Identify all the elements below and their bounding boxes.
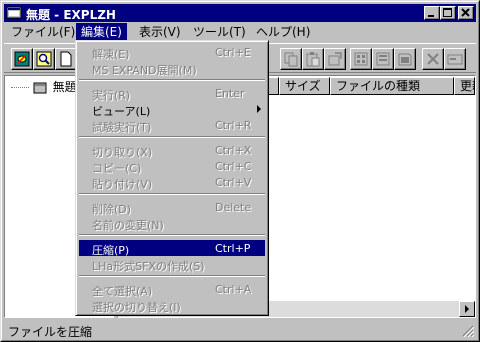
minimize-icon [428,15,434,17]
new-document-icon [60,51,72,67]
menu-separator [79,136,265,138]
extract-icon [328,52,342,66]
status-text: ファイルを圧縮 [8,325,93,339]
menu-item-select-all[interactable]: 全て選択(A) Ctrl+A [79,281,265,298]
menu-item-extract[interactable]: 解凍(E) Ctrl+E [79,44,265,61]
resize-grip-icon[interactable] [462,325,474,337]
delete-button [422,48,444,70]
menu-help[interactable]: ヘルプ(H) [251,23,315,41]
rename-icon [447,54,463,65]
title-bar[interactable]: 無題 - EXPLZH [4,4,476,22]
large-icons-icon [354,52,368,66]
menu-item-ms-expand[interactable]: MS EXPAND展開(M) [79,60,265,77]
menu-edit[interactable]: 編集(E) [76,23,127,41]
open-archive-button[interactable] [11,48,33,70]
column-header-modified[interactable]: 更新 [454,77,475,95]
menu-item-viewer[interactable]: ビューア(L) [79,101,265,118]
search-button[interactable] [33,48,55,70]
menu-item-run[interactable]: 実行(R) Enter [79,85,265,102]
copy-icon [284,52,298,67]
tree-root-node[interactable]: 無題 [11,78,77,94]
menu-item-delete[interactable]: 削除(D) Delete [79,199,265,216]
view-details-button [372,48,394,70]
menu-bar: ファイル(F) 編集(E) 表示(V) ツール(T) ヘルプ(H) [4,23,476,41]
app-icon[interactable] [6,5,22,21]
maximize-icon [443,8,452,17]
properties-icon [398,53,412,66]
rename-button [444,48,466,70]
tree-connector [11,87,29,88]
menu-item-rename[interactable]: 名前の変更(N) [79,215,265,232]
menu-tools[interactable]: ツール(T) [188,23,251,41]
archive-icon [33,82,47,93]
extract-button [324,48,346,70]
menu-item-compress[interactable]: 圧縮(P) Ctrl+P [79,240,265,257]
new-archive-button[interactable] [55,48,77,70]
paste-button [302,48,324,70]
menu-item-invert-selection[interactable]: 選択の切り替え(I) [79,297,265,314]
edit-menu-dropdown: 解凍(E) Ctrl+E MS EXPAND展開(M) 実行(R) Enter … [75,40,269,316]
details-view-icon [376,52,390,66]
menu-item-test-run[interactable]: 試験実行(T) Ctrl+R [79,117,265,134]
search-icon [36,51,52,67]
menu-item-cut[interactable]: 切り取り(X) Ctrl+X [79,142,265,159]
menu-item-create-sfx[interactable]: LHa形式SFXの作成(S) [79,256,265,273]
open-archive-icon [14,51,30,67]
menu-separator [79,193,265,195]
column-header-type[interactable]: ファイルの種類 [330,77,454,95]
menu-item-paste[interactable]: 貼り付け(V) Ctrl+V [79,174,265,191]
arrow-right-icon [465,305,469,313]
close-icon [461,8,470,17]
view-large-icons-button [350,48,372,70]
window-title: 無題 - EXPLZH [26,8,116,22]
properties-button [394,48,416,70]
tree-root-label: 無題 [52,80,77,94]
maximize-button[interactable] [440,6,456,20]
menu-view[interactable]: 表示(V) [134,23,186,41]
menu-separator [79,275,265,277]
status-bar: ファイルを圧縮 [4,321,476,339]
menu-separator [79,234,265,236]
submenu-arrow-icon [257,105,261,113]
menu-file[interactable]: ファイル(F) [6,23,80,41]
scroll-right-button[interactable] [459,301,475,317]
menu-item-copy[interactable]: コピー(C) Ctrl+C [79,158,265,175]
close-button[interactable] [458,6,474,20]
column-header-size[interactable]: サイズ [279,77,330,95]
menu-separator [79,79,265,81]
delete-icon [427,53,439,65]
paste-icon [306,52,320,67]
copy-button [280,48,302,70]
minimize-button[interactable] [424,6,440,20]
